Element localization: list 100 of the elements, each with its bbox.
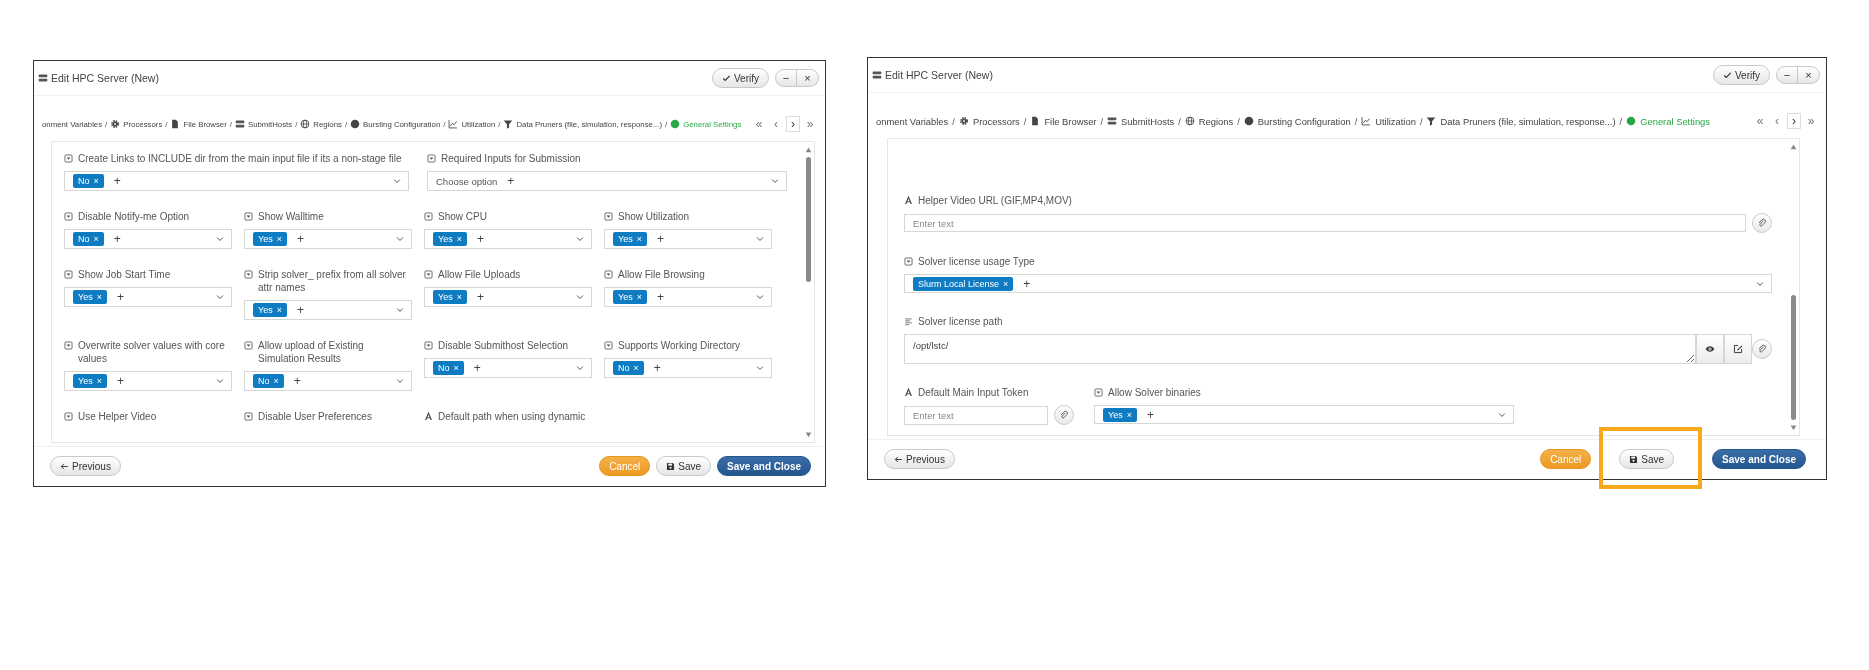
remove-tag-button[interactable]: × bbox=[636, 292, 642, 302]
add-option-button[interactable]: + bbox=[653, 361, 661, 375]
attach-button[interactable] bbox=[1752, 339, 1772, 359]
minimize-button[interactable]: − bbox=[775, 69, 797, 87]
previous-button[interactable]: Previous bbox=[50, 456, 121, 476]
remove-tag-button[interactable]: × bbox=[456, 234, 462, 244]
add-option-button[interactable]: + bbox=[113, 232, 121, 246]
add-option-button[interactable]: + bbox=[296, 232, 304, 246]
remove-tag-button[interactable]: × bbox=[1003, 278, 1009, 289]
selected-tag[interactable]: Yes × bbox=[1103, 407, 1137, 422]
remove-tag-button[interactable]: × bbox=[456, 292, 462, 302]
breadcrumb-item[interactable]: Bursting Configuration bbox=[1243, 115, 1351, 127]
add-option-button[interactable]: + bbox=[476, 290, 484, 304]
selected-tag[interactable]: Yes × bbox=[73, 290, 107, 304]
add-option-button[interactable]: + bbox=[116, 374, 124, 388]
previous-button[interactable]: Previous bbox=[884, 449, 955, 469]
select-field[interactable]: Yes × + bbox=[604, 229, 772, 249]
scroll-tabs-button[interactable]: ‹ bbox=[1770, 113, 1784, 129]
select-field[interactable]: Yes × + bbox=[424, 229, 592, 249]
remove-tag-button[interactable]: × bbox=[276, 305, 282, 315]
selected-tag[interactable]: Yes × bbox=[73, 374, 107, 388]
add-option-button[interactable]: + bbox=[507, 174, 515, 188]
add-option-button[interactable]: + bbox=[113, 174, 121, 188]
selected-tag[interactable]: No × bbox=[613, 361, 644, 375]
input-field[interactable]: Enter text bbox=[904, 214, 1746, 232]
minimize-button[interactable]: − bbox=[1776, 66, 1798, 84]
add-option-button[interactable]: + bbox=[473, 361, 481, 375]
remove-tag-button[interactable]: × bbox=[636, 234, 642, 244]
select-field[interactable]: No × + bbox=[604, 358, 772, 378]
add-option-button[interactable]: + bbox=[656, 290, 664, 304]
remove-tag-button[interactable]: × bbox=[273, 376, 279, 386]
selected-tag[interactable]: Yes × bbox=[253, 303, 287, 317]
selected-tag[interactable]: Yes × bbox=[613, 232, 647, 246]
add-option-button[interactable]: + bbox=[476, 232, 484, 246]
scroll-tabs-button[interactable]: ‹ bbox=[769, 116, 783, 132]
attach-button[interactable] bbox=[1752, 213, 1772, 233]
selected-tag[interactable]: No × bbox=[253, 374, 284, 388]
selected-tag[interactable]: Slurm Local License × bbox=[913, 276, 1014, 291]
remove-tag-button[interactable]: × bbox=[453, 363, 459, 373]
select-field[interactable]: No × + bbox=[244, 371, 412, 391]
remove-tag-button[interactable]: × bbox=[96, 292, 102, 302]
save-button[interactable]: Save bbox=[656, 456, 712, 476]
add-option-button[interactable]: + bbox=[656, 232, 664, 246]
selected-tag[interactable]: Yes × bbox=[433, 290, 467, 304]
selected-tag[interactable]: No × bbox=[73, 232, 104, 246]
breadcrumb-item[interactable]: Data Pruners (file, simulation, response...) bbox=[1426, 115, 1616, 127]
selected-tag[interactable]: No × bbox=[433, 361, 464, 375]
remove-tag-button[interactable]: × bbox=[93, 176, 99, 186]
select-field[interactable]: No × + bbox=[64, 229, 232, 249]
close-button[interactable]: × bbox=[797, 69, 819, 87]
remove-tag-button[interactable]: × bbox=[1126, 409, 1132, 420]
selected-tag[interactable]: Yes × bbox=[253, 232, 287, 246]
close-button[interactable]: × bbox=[1798, 66, 1820, 84]
select-field[interactable]: Yes × + bbox=[64, 371, 232, 391]
add-option-button[interactable]: + bbox=[1023, 276, 1031, 291]
scroll-tabs-button[interactable]: › bbox=[1787, 113, 1801, 129]
breadcrumb-item[interactable]: Regions bbox=[1184, 115, 1234, 127]
select-field[interactable]: Choose option + bbox=[427, 171, 787, 191]
scroll-tabs-button[interactable]: « bbox=[752, 116, 766, 132]
add-option-button[interactable]: + bbox=[1146, 407, 1154, 422]
select-field[interactable]: Yes × + bbox=[64, 287, 232, 307]
edit-button[interactable] bbox=[1724, 334, 1752, 364]
scrollbar-thumb[interactable] bbox=[806, 157, 811, 282]
breadcrumb-item[interactable]: SubmitHosts bbox=[1107, 115, 1175, 127]
scroll-tabs-button[interactable]: » bbox=[803, 116, 817, 132]
breadcrumb-item[interactable]: onment Variables bbox=[876, 115, 949, 127]
selected-tag[interactable]: No × bbox=[73, 174, 104, 188]
select-field[interactable]: No × + bbox=[424, 358, 592, 378]
scroll-tabs-button[interactable]: » bbox=[1804, 113, 1818, 129]
text-area[interactable]: /opt/lstc/ bbox=[904, 334, 1696, 364]
remove-tag-button[interactable]: × bbox=[633, 363, 639, 373]
selected-tag[interactable]: Yes × bbox=[613, 290, 647, 304]
select-field[interactable]: Slurm Local License × + bbox=[904, 274, 1772, 293]
breadcrumb-item[interactable]: Utilization bbox=[1361, 115, 1416, 127]
remove-tag-button[interactable]: × bbox=[96, 376, 102, 386]
attach-button[interactable] bbox=[1054, 405, 1074, 425]
add-option-button[interactable]: + bbox=[293, 374, 301, 388]
add-option-button[interactable]: + bbox=[296, 303, 304, 317]
select-field[interactable]: Yes × + bbox=[244, 229, 412, 249]
select-field[interactable]: Yes × + bbox=[424, 287, 592, 307]
input-field[interactable]: Enter text bbox=[904, 405, 1048, 425]
scroll-tabs-button[interactable]: « bbox=[1753, 113, 1767, 129]
verify-button[interactable]: Verify bbox=[1713, 65, 1770, 85]
select-field[interactable]: Yes × + bbox=[604, 287, 772, 307]
save-and-close-button[interactable]: Save and Close bbox=[717, 456, 811, 476]
scroll-tabs-button[interactable]: › bbox=[786, 116, 800, 132]
save-button[interactable]: Save bbox=[1619, 449, 1675, 469]
add-option-button[interactable]: + bbox=[116, 290, 124, 304]
scrollbar-thumb[interactable] bbox=[1791, 295, 1796, 420]
breadcrumb-item[interactable]: File Browser bbox=[1030, 115, 1097, 127]
select-field[interactable]: Yes × + bbox=[1094, 405, 1514, 424]
select-field[interactable]: Yes × + bbox=[244, 300, 412, 320]
select-field[interactable]: No × + bbox=[64, 171, 409, 191]
view-button[interactable] bbox=[1696, 334, 1724, 364]
breadcrumb-item[interactable]: Processors bbox=[958, 115, 1020, 127]
save-and-close-button[interactable]: Save and Close bbox=[1712, 449, 1806, 469]
remove-tag-button[interactable]: × bbox=[276, 234, 282, 244]
selected-tag[interactable]: Yes × bbox=[433, 232, 467, 246]
remove-tag-button[interactable]: × bbox=[93, 234, 99, 244]
verify-button[interactable]: Verify bbox=[712, 68, 769, 88]
